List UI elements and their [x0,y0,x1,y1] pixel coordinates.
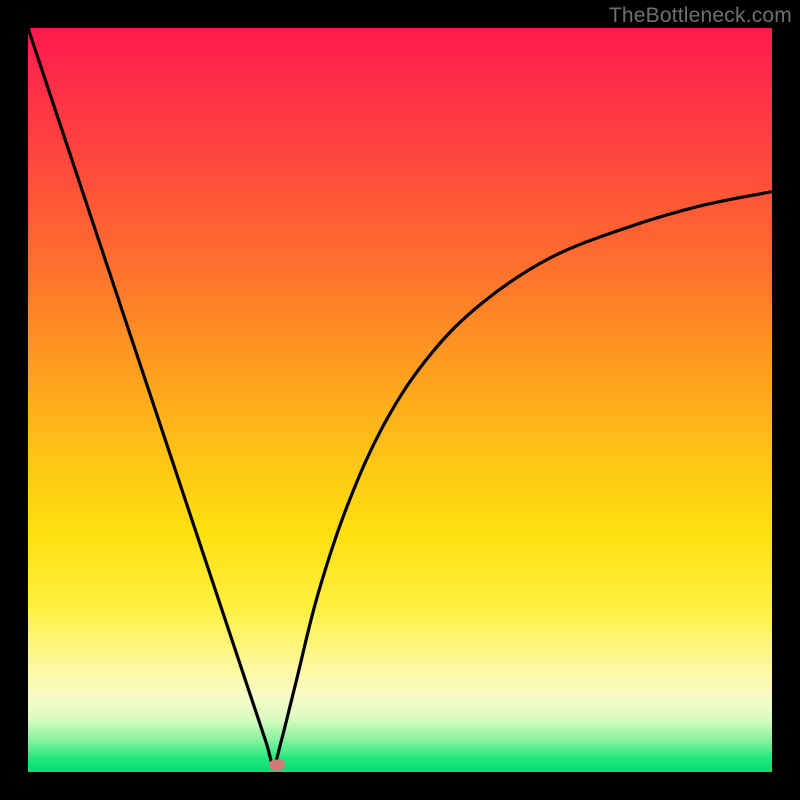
plot-area [28,28,772,772]
optimum-marker [269,759,286,771]
watermark-text: TheBottleneck.com [609,4,792,28]
chart-frame: TheBottleneck.com [0,0,800,800]
bottleneck-curve [28,28,772,772]
